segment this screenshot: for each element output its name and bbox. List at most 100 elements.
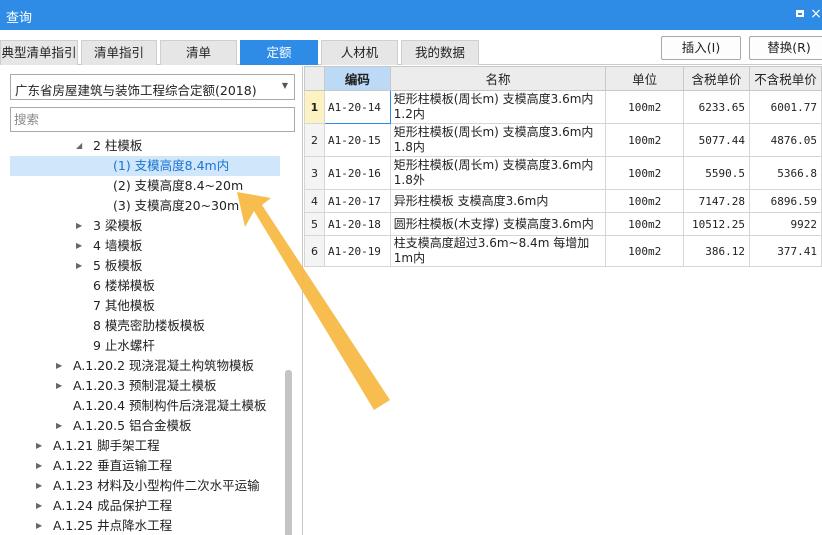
price-notax-cell: 377.41 — [749, 235, 822, 267]
code-cell[interactable]: A1-20-14 — [323, 90, 391, 124]
tree-item-height-8-4-20m[interactable]: (2) 支模高度8.4~20m — [10, 176, 280, 196]
table-row[interactable]: 5 A1-20-18 圆形柱模板(木支撑) 支模高度3.6m内 100m2 10… — [304, 212, 822, 236]
restore-icon[interactable] — [792, 6, 808, 22]
table-row[interactable]: 2 A1-20-15 矩形柱模板(周长m) 支模高度3.6m内 1.8内 100… — [304, 123, 822, 157]
close-icon[interactable]: × — [808, 6, 822, 22]
table-row[interactable]: 3 A1-20-16 矩形柱模板(周长m) 支模高度3.6m内 1.8外 100… — [304, 156, 822, 190]
price-notax-cell: 5366.8 — [749, 156, 822, 190]
row-number: 1 — [304, 90, 325, 124]
tab-bar: 典型清单指引 清单指引 清单 定额 人材机 我的数据 插入(I) 替换(R) — [0, 30, 822, 65]
tree-item-wall-formwork[interactable]: ▶ 4 墙模板 — [10, 236, 280, 256]
tab-list-guide[interactable]: 清单指引 — [81, 40, 157, 65]
pane-divider[interactable] — [302, 66, 303, 535]
quota-library-value: 广东省房屋建筑与装饰工程综合定额(2018) — [15, 83, 257, 98]
tree-item-a-1-21[interactable]: ▶ A.1.21 脚手架工程 — [10, 436, 280, 456]
tree-item-column-formwork[interactable]: ◢ 2 柱模板 — [10, 136, 280, 156]
price-tax-cell: 5077.44 — [683, 123, 751, 157]
price-tax-cell: 386.12 — [683, 235, 751, 267]
table-row[interactable]: 1 A1-20-14 矩形柱模板(周长m) 支模高度3.6m内 1.2内 100… — [304, 90, 822, 124]
unit-cell: 100m2 — [605, 123, 685, 157]
quota-tree: ◢ 2 柱模板 (1) 支模高度8.4m内 (2) 支模高度8.4~20m (3… — [10, 136, 280, 535]
triangle-right-icon[interactable]: ▶ — [76, 216, 82, 236]
name-cell: 圆形柱模板(木支撑) 支模高度3.6m内 — [389, 212, 607, 236]
code-column-header[interactable]: 编码 — [323, 66, 391, 91]
code-cell[interactable]: A1-20-18 — [323, 212, 391, 236]
price-tax-cell: 5590.5 — [683, 156, 751, 190]
chevron-down-icon: ▼ — [281, 81, 288, 90]
tree-item-a-1-22[interactable]: ▶ A.1.22 垂直运输工程 — [10, 456, 280, 476]
tab-typical-list-guide[interactable]: 典型清单指引 — [0, 40, 78, 65]
unit-cell: 100m2 — [605, 212, 685, 236]
price-notax-cell: 6896.59 — [749, 189, 822, 213]
tree-item-height-20-30m[interactable]: (3) 支模高度20~30m — [10, 196, 280, 216]
price-notax-cell: 6001.77 — [749, 90, 822, 124]
name-cell: 柱支模高度超过3.6m~8.4m 每增加1m内 — [389, 235, 607, 267]
triangle-right-icon[interactable]: ▶ — [36, 456, 42, 476]
tree-item-other-formwork[interactable]: 7 其他模板 — [10, 296, 280, 316]
table-row[interactable]: 4 A1-20-17 异形柱模板 支模高度3.6m内 100m2 7147.28… — [304, 189, 822, 213]
price-notax-column-header[interactable]: 不含税单价 — [749, 66, 822, 91]
tree-scrollbar[interactable] — [282, 136, 294, 535]
triangle-right-icon[interactable]: ▶ — [36, 476, 42, 496]
code-cell[interactable]: A1-20-19 — [323, 235, 391, 267]
tab-list[interactable]: 清单 — [160, 40, 237, 65]
tree-item-a-1-20-3[interactable]: ▶ A.1.20.3 预制混凝土模板 — [10, 376, 280, 396]
row-number: 6 — [304, 235, 325, 267]
triangle-right-icon[interactable]: ▶ — [36, 436, 42, 456]
triangle-right-icon[interactable]: ▶ — [76, 236, 82, 256]
window-title: 查询 — [6, 11, 33, 26]
triangle-right-icon[interactable]: ▶ — [36, 516, 42, 535]
tab-quota[interactable]: 定额 — [240, 40, 318, 65]
code-cell[interactable]: A1-20-17 — [323, 189, 391, 213]
tree-item-waterstop-bolt[interactable]: 9 止水螺杆 — [10, 336, 280, 356]
tree-item-waffle-slab-formwork[interactable]: 8 模壳密肋楼板模板 — [10, 316, 280, 336]
unit-cell: 100m2 — [605, 235, 685, 267]
triangle-right-icon[interactable]: ▶ — [56, 416, 62, 436]
price-tax-cell: 6233.65 — [683, 90, 751, 124]
tree-item-slab-formwork[interactable]: ▶ 5 板模板 — [10, 256, 280, 276]
name-cell: 矩形柱模板(周长m) 支模高度3.6m内 1.2内 — [389, 90, 607, 124]
tree-item-height-8-4m[interactable]: (1) 支模高度8.4m内 — [10, 156, 280, 176]
left-pane: 广东省房屋建筑与装饰工程综合定额(2018) ▼ ◢ 2 柱模板 (1) 支模高… — [0, 66, 302, 535]
triangle-right-icon[interactable]: ▶ — [56, 356, 62, 376]
search-input[interactable] — [10, 107, 295, 132]
name-cell: 矩形柱模板(周长m) 支模高度3.6m内 1.8内 — [389, 123, 607, 157]
tree-item-beam-formwork[interactable]: ▶ 3 梁模板 — [10, 216, 280, 236]
price-tax-cell: 7147.28 — [683, 189, 751, 213]
tree-item-a-1-24[interactable]: ▶ A.1.24 成品保护工程 — [10, 496, 280, 516]
row-number: 5 — [304, 212, 325, 236]
tree-item-a-1-25[interactable]: ▶ A.1.25 井点降水工程 — [10, 516, 280, 535]
table-header-row: 编码 名称 单位 含税单价 不含税单价 — [304, 66, 822, 91]
triangle-right-icon[interactable]: ▶ — [76, 256, 82, 276]
tab-my-data[interactable]: 我的数据 — [401, 40, 479, 65]
unit-cell: 100m2 — [605, 156, 685, 190]
price-notax-cell: 9922 — [749, 212, 822, 236]
tree-item-a-1-23[interactable]: ▶ A.1.23 材料及小型构件二次水平运输 — [10, 476, 280, 496]
unit-cell: 100m2 — [605, 90, 685, 124]
tree-item-a-1-20-2[interactable]: ▶ A.1.20.2 现浇混凝土构筑物模板 — [10, 356, 280, 376]
tree-item-a-1-20-4[interactable]: A.1.20.4 预制构件后浇混凝土模板 — [10, 396, 280, 416]
row-number-header — [304, 66, 325, 91]
code-cell[interactable]: A1-20-15 — [323, 123, 391, 157]
unit-cell: 100m2 — [605, 189, 685, 213]
code-cell[interactable]: A1-20-16 — [323, 156, 391, 190]
quota-library-select[interactable]: 广东省房屋建筑与装饰工程综合定额(2018) ▼ — [10, 74, 295, 100]
replace-button[interactable]: 替换(R) — [749, 36, 822, 60]
tab-labor-material-machine[interactable]: 人材机 — [321, 40, 398, 65]
tree-item-stair-formwork[interactable]: 6 楼梯模板 — [10, 276, 280, 296]
row-number: 4 — [304, 189, 325, 213]
tree-item-a-1-20-5[interactable]: ▶ A.1.20.5 铝合金模板 — [10, 416, 280, 436]
scrollbar-thumb[interactable] — [285, 370, 292, 535]
name-cell: 异形柱模板 支模高度3.6m内 — [389, 189, 607, 213]
row-number: 2 — [304, 123, 325, 157]
name-column-header[interactable]: 名称 — [389, 66, 607, 91]
triangle-down-icon[interactable]: ◢ — [76, 136, 82, 156]
quota-table: 编码 名称 单位 含税单价 不含税单价 1 A1-20-14 矩形柱模板(周长m… — [304, 66, 822, 267]
row-number: 3 — [304, 156, 325, 190]
table-row[interactable]: 6 A1-20-19 柱支模高度超过3.6m~8.4m 每增加1m内 100m2… — [304, 235, 822, 267]
price-tax-column-header[interactable]: 含税单价 — [683, 66, 751, 91]
triangle-right-icon[interactable]: ▶ — [56, 376, 62, 396]
insert-button[interactable]: 插入(I) — [661, 36, 741, 60]
unit-column-header[interactable]: 单位 — [605, 66, 685, 91]
triangle-right-icon[interactable]: ▶ — [36, 496, 42, 516]
